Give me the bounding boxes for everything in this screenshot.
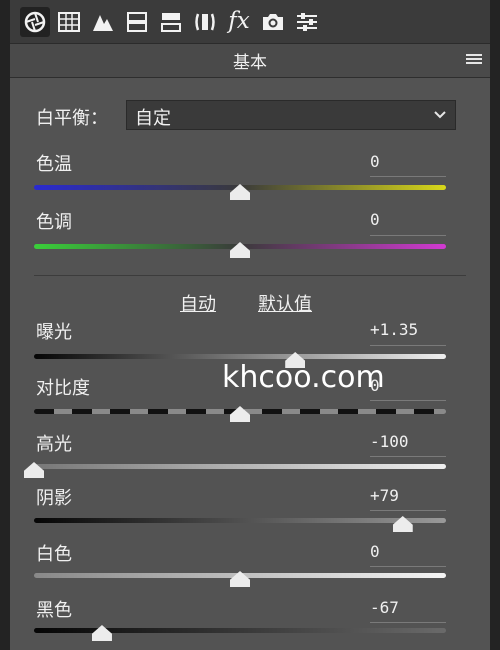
split-toning-icon [161,12,181,32]
tab-effects[interactable]: fx [224,7,254,37]
shadows-value-underline [370,510,446,511]
tone-curve-grid-icon [58,11,80,32]
default-button[interactable]: 默认值 [258,290,312,316]
exposure-value-underline [370,345,446,346]
contrast-label: 对比度 [36,378,90,399]
blacks-value-underline [370,622,446,623]
tab-presets[interactable] [292,7,322,37]
tint-label: 色调 [36,212,72,233]
panel-title: 基本 [233,53,267,73]
tab-split-toning[interactable] [156,7,186,37]
tab-hsl[interactable] [122,7,152,37]
contrast-value-underline [370,400,446,401]
watermark-text: khcoo.com [222,360,385,395]
chevron-down-icon [434,111,446,119]
white-balance-value: 自定 [135,108,171,129]
white-balance-select[interactable]: 自定 [126,100,456,130]
tint-value[interactable]: 0 [370,210,446,229]
shadows-label: 阴影 [36,488,72,509]
exposure-label: 曝光 [36,322,72,343]
camera-raw-panel: fx 基本 白平衡： 自定 色温 0 色调 0 自动 默认值 曝光 +1.35 … [0,0,500,650]
detail-mountain-icon [93,14,113,31]
highlights-label: 高光 [36,434,72,455]
presets-sliders-icon [297,12,317,31]
tint-value-underline [370,235,446,236]
auto-button[interactable]: 自动 [180,290,216,316]
panel-menu-icon[interactable] [466,54,482,67]
fx-icon: fx [228,8,250,34]
shadows-slider-track[interactable] [34,518,446,523]
highlights-value[interactable]: -100 [370,432,446,451]
tab-basic[interactable] [20,6,50,37]
whites-label: 白色 [36,544,72,565]
tab-camera-calibration[interactable] [258,7,288,37]
tab-detail[interactable] [88,7,118,37]
white-balance-label: 白平衡： [36,108,108,129]
hsl-icon [127,11,147,32]
exposure-slider-track[interactable] [34,354,446,359]
panel-toolbar: fx [10,0,490,44]
shadows-value[interactable]: +79 [370,486,446,505]
highlights-value-underline [370,456,446,457]
blacks-value[interactable]: -67 [370,598,446,617]
whites-value[interactable]: 0 [370,542,446,561]
highlights-slider-track[interactable] [34,464,446,469]
temperature-label: 色温 [36,154,72,175]
temperature-value[interactable]: 0 [370,152,446,171]
exposure-value[interactable]: +1.35 [370,320,446,339]
basic-aperture-icon [24,11,46,32]
blacks-label: 黑色 [36,600,72,621]
tab-tone-curve[interactable] [54,7,84,37]
lens-icon [195,13,215,30]
section-divider [34,275,466,276]
panel-header: 基本 [10,44,490,78]
camera-calibration-icon [263,13,283,30]
whites-value-underline [370,566,446,567]
tab-lens-corrections[interactable] [190,7,220,37]
temperature-value-underline [370,176,446,177]
